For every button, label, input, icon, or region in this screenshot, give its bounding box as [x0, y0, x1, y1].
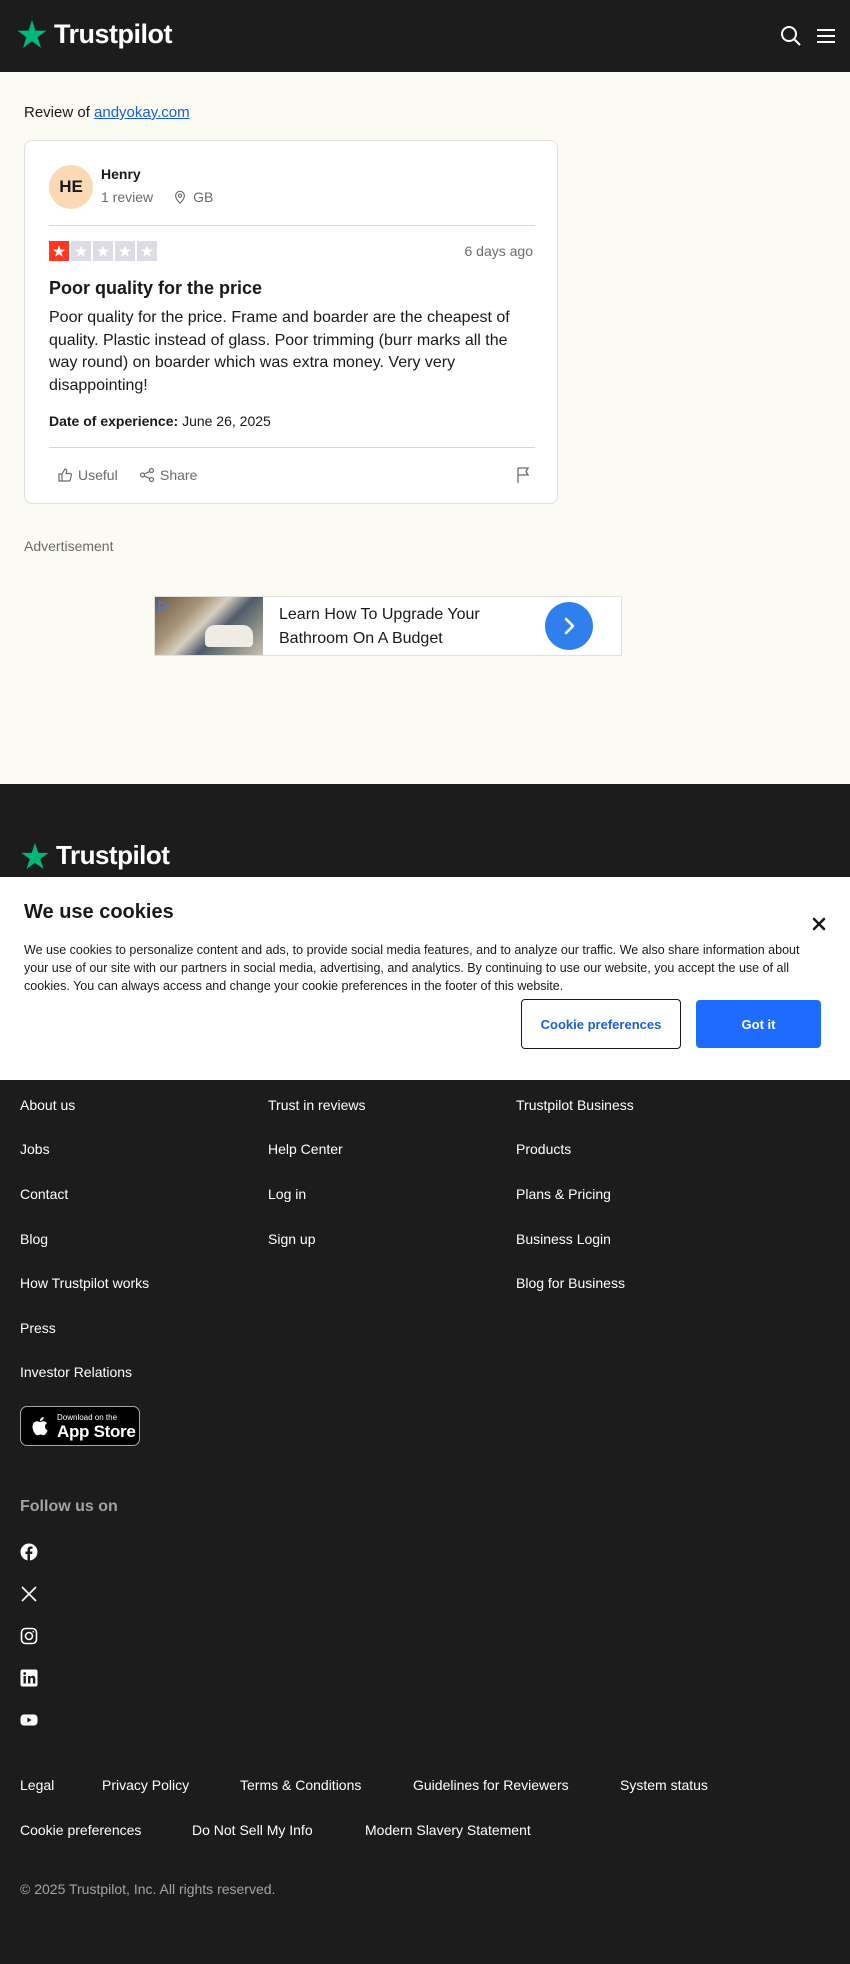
ad-choices-icon[interactable] — [157, 599, 170, 613]
reviewer-country: GB — [193, 189, 214, 205]
ad-arrow-button[interactable] — [545, 602, 593, 650]
footer-link-press[interactable]: Press — [20, 1320, 56, 1336]
cookie-title: We use cookies — [24, 901, 174, 923]
footer-link-business-login[interactable]: Business Login — [516, 1231, 611, 1247]
experience-date: June 26, 2025 — [182, 413, 271, 429]
reviewer-name[interactable]: Henry — [101, 166, 141, 182]
x-icon[interactable] — [20, 1585, 38, 1603]
ad-image — [155, 597, 263, 655]
footer-link-contact[interactable]: Contact — [20, 1186, 68, 1202]
cookie-banner: We use cookies We use cookies to persona… — [0, 877, 850, 1080]
close-icon[interactable] — [810, 915, 828, 933]
instagram-icon[interactable] — [20, 1627, 38, 1645]
share-button[interactable]: Share — [139, 467, 197, 483]
star-empty-icon — [71, 241, 91, 261]
avatar[interactable]: HE — [49, 165, 93, 209]
location-pin-icon — [173, 190, 187, 204]
appstore-small-text: Download on the — [57, 1413, 118, 1422]
footer-link-sign-up[interactable]: Sign up — [268, 1231, 315, 1247]
divider — [49, 447, 535, 448]
useful-label: Useful — [78, 467, 118, 483]
trustpilot-star-icon — [20, 841, 50, 871]
linkedin-icon[interactable] — [20, 1669, 38, 1687]
app-store-badge[interactable]: Download on the App Store — [20, 1406, 140, 1446]
footer-link-investor-relations[interactable]: Investor Relations — [20, 1364, 132, 1380]
review-date: 6 days ago — [464, 243, 534, 259]
star-rating — [49, 241, 157, 261]
footer-trustpilot-logo[interactable]: Trustpilot — [20, 840, 170, 871]
star-empty-icon — [93, 241, 113, 261]
reviewer-meta: 1 review GB — [101, 189, 213, 205]
share-label: Share — [160, 467, 198, 483]
useful-button[interactable]: Useful — [57, 467, 118, 483]
reviewer-review-count: 1 review — [101, 189, 154, 205]
flag-icon[interactable] — [515, 466, 533, 484]
footer-link-about-us[interactable]: About us — [20, 1097, 75, 1113]
star-empty-icon — [137, 241, 157, 261]
footer-link-terms-conditions[interactable]: Terms & Conditions — [240, 1777, 361, 1793]
ad-banner[interactable]: Learn How To Upgrade Your Bathroom On A … — [154, 596, 622, 656]
star-empty-icon — [115, 241, 135, 261]
got-it-button[interactable]: Got it — [696, 1000, 821, 1048]
ad-headline: Learn How To Upgrade Your Bathroom On A … — [279, 606, 480, 647]
top-navbar: Trustpilot — [0, 0, 850, 72]
footer-link-products[interactable]: Products — [516, 1141, 571, 1157]
trustpilot-star-icon — [16, 18, 48, 50]
company-link[interactable]: andyokay.com — [94, 104, 190, 121]
apple-icon — [30, 1415, 52, 1437]
date-of-experience: Date of experience: June 26, 2025 — [49, 413, 271, 429]
footer-link-system-status[interactable]: System status — [620, 1777, 708, 1793]
trustpilot-wordmark: Trustpilot — [56, 840, 170, 870]
review-section: Review of andyokay.com HE Henry 1 review… — [0, 72, 850, 784]
divider — [49, 225, 535, 226]
youtube-icon[interactable] — [20, 1711, 38, 1729]
menu-icon[interactable] — [814, 24, 838, 48]
review-body: Poor quality for the price. Frame and bo… — [49, 309, 510, 394]
trustpilot-wordmark: Trustpilot — [54, 18, 173, 49]
review-of-label: Review of — [24, 104, 90, 121]
experience-label: Date of experience: — [49, 413, 179, 429]
footer-link-blog[interactable]: Blog — [20, 1231, 48, 1247]
trustpilot-logo[interactable]: Trustpilot — [16, 18, 173, 50]
footer-link-log-in[interactable]: Log in — [268, 1186, 306, 1202]
facebook-icon[interactable] — [20, 1543, 38, 1561]
footer-link-modern-slavery[interactable]: Modern Slavery Statement — [365, 1822, 531, 1838]
footer-link-cookie-preferences[interactable]: Cookie preferences — [20, 1822, 141, 1838]
follow-us-heading: Follow us on — [20, 1498, 118, 1515]
review-title[interactable]: Poor quality for the price — [49, 278, 262, 299]
thumbs-up-icon — [57, 467, 73, 483]
footer-link-how-trustpilot-works[interactable]: How Trustpilot works — [20, 1275, 149, 1291]
cookie-text: We use cookies to personalize content an… — [24, 943, 800, 993]
footer-link-jobs[interactable]: Jobs — [20, 1141, 50, 1157]
advertisement-label: Advertisement — [24, 538, 114, 554]
footer-link-plans-pricing[interactable]: Plans & Pricing — [516, 1186, 611, 1202]
share-icon — [139, 467, 155, 483]
star-filled-icon — [49, 241, 69, 261]
appstore-big-text: App Store — [57, 1422, 136, 1441]
footer-link-privacy-policy[interactable]: Privacy Policy — [102, 1777, 189, 1793]
footer-link-legal[interactable]: Legal — [20, 1777, 54, 1793]
search-icon[interactable] — [779, 24, 803, 48]
footer-link-guidelines-for-reviewers[interactable]: Guidelines for Reviewers — [413, 1777, 569, 1793]
cookie-preferences-button[interactable]: Cookie preferences — [521, 999, 681, 1049]
review-card: HE Henry 1 review GB 6 days ago Poor qua… — [24, 140, 558, 504]
copyright: © 2025 Trustpilot, Inc. All rights reser… — [20, 1881, 276, 1897]
footer-link-trust-in-reviews[interactable]: Trust in reviews — [268, 1097, 366, 1113]
footer-link-trustpilot-business[interactable]: Trustpilot Business — [516, 1097, 634, 1113]
footer-link-do-not-sell[interactable]: Do Not Sell My Info — [192, 1822, 313, 1838]
review-of-line: Review of andyokay.com — [24, 104, 190, 121]
footer-link-blog-for-business[interactable]: Blog for Business — [516, 1275, 625, 1291]
footer-link-help-center[interactable]: Help Center — [268, 1141, 343, 1157]
